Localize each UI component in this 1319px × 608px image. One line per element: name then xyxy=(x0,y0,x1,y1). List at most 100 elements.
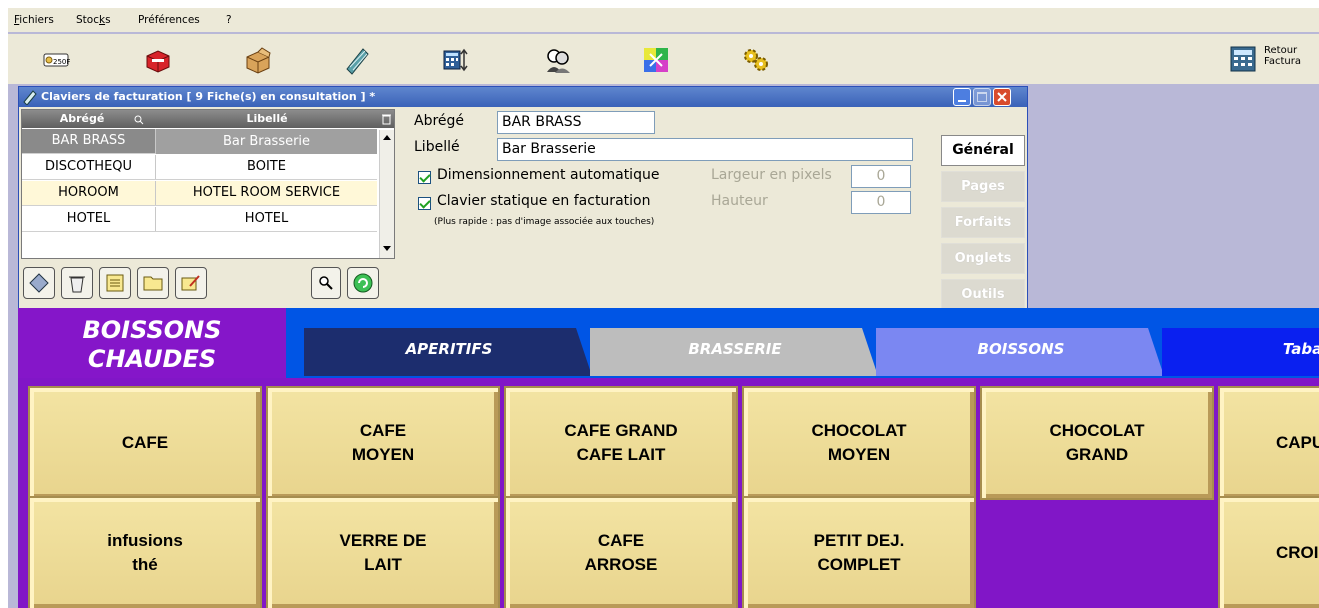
delete-button[interactable] xyxy=(61,267,93,299)
colored-grid-button[interactable] xyxy=(636,42,676,78)
key-infusions[interactable]: infusions thé xyxy=(28,496,262,608)
largeur-input[interactable]: 0 xyxy=(851,165,911,188)
keyboard-pencil-button[interactable] xyxy=(336,42,376,78)
cell-abrege: BAR BRASS xyxy=(51,133,126,148)
minimize-button[interactable] xyxy=(953,88,971,106)
cell-abrege: HOTEL xyxy=(66,211,111,226)
users-icon xyxy=(547,49,570,73)
menu-stocks[interactable]: Stocks xyxy=(76,14,111,26)
dimension-label: Dimensionnement automatique xyxy=(437,167,660,183)
red-box-button[interactable] xyxy=(138,42,178,78)
search-icon xyxy=(134,115,144,125)
menu-fichiers[interactable]: Fichiers xyxy=(14,14,54,26)
grid-row[interactable]: HOROOM HOTEL ROOM SERVICE xyxy=(22,181,377,206)
grid-scrollbar[interactable] xyxy=(379,130,394,258)
key-cafe[interactable]: CAFE xyxy=(28,386,262,500)
key-croissant[interactable]: CROISSANT xyxy=(1218,496,1319,608)
cell-libelle: Bar Brasserie xyxy=(156,129,377,154)
tab-tabac[interactable]: Tabac xyxy=(1162,328,1319,376)
tab-outils[interactable]: Outils xyxy=(941,279,1025,310)
grid-row[interactable]: DISCOTHEQU BOITE xyxy=(22,155,377,180)
euro-coin-button[interactable]: 250F xyxy=(36,42,76,78)
statique-note: (Plus rapide : pas d'image associée aux … xyxy=(434,217,655,227)
search-icon xyxy=(319,276,333,290)
key-chocolat-moyen[interactable]: CHOCOLAT MOYEN xyxy=(742,386,976,500)
folder-button[interactable] xyxy=(137,267,169,299)
grid-toolbar xyxy=(21,263,395,307)
tab-boissons[interactable]: BOISSONS xyxy=(876,328,1164,376)
cell-abrege: HOROOM xyxy=(58,185,119,200)
key-petit-dej[interactable]: PETIT DEJ. COMPLET xyxy=(742,496,976,608)
dialog-title: Claviers de facturation [ 9 Fiche(s) en … xyxy=(41,90,376,103)
open-box-icon xyxy=(246,47,271,74)
key-cafe-moyen[interactable]: CAFE MOYEN xyxy=(266,386,500,500)
column-header-libelle[interactable]: Libellé xyxy=(156,112,378,125)
hauteur-input[interactable]: 0 xyxy=(851,191,911,214)
edit-button[interactable] xyxy=(23,267,55,299)
edit-document-icon xyxy=(181,275,200,291)
tab-onglets[interactable]: Onglets xyxy=(941,243,1025,274)
keyboard-pencil-icon xyxy=(346,48,369,75)
toolbar: 250F Retour Factura xyxy=(8,34,1319,84)
close-button[interactable] xyxy=(993,88,1011,106)
statique-checkbox[interactable] xyxy=(418,197,431,210)
key-chocolat-grand[interactable]: CHOCOLAT GRAND xyxy=(980,386,1214,500)
tab-boissons-chaudes[interactable]: BOISSONS CHAUDES xyxy=(18,308,286,378)
tab-forfaits[interactable]: Forfaits xyxy=(941,207,1025,238)
claviers-grid: Abrégé Libellé BAR BRASS Bar Brasserie D… xyxy=(21,109,395,259)
grid-row[interactable]: BAR BRASS Bar Brasserie xyxy=(22,129,377,154)
maximize-button[interactable] xyxy=(973,88,991,106)
retour-facturation-button[interactable]: Retour Factura xyxy=(1226,40,1319,80)
maximize-icon xyxy=(977,92,987,102)
trash-icon xyxy=(69,276,85,293)
tab-aperitifs[interactable]: APERITIFS xyxy=(304,328,592,376)
billing-keyboard: BOISSONS CHAUDES APERITIFS BRASSERIE BOI… xyxy=(18,308,1319,608)
folder-icon xyxy=(143,276,163,291)
tab-pages[interactable]: Pages xyxy=(941,171,1025,202)
edit-document-button[interactable] xyxy=(175,267,207,299)
keyboard-tabbar: BOISSONS CHAUDES APERITIFS BRASSERIE BOI… xyxy=(18,308,1319,378)
svg-text:250F: 250F xyxy=(53,58,70,66)
new-record-button[interactable] xyxy=(99,267,131,299)
cell-libelle: BOITE xyxy=(247,159,286,174)
users-button[interactable] xyxy=(538,42,578,78)
key-cafe-arrose[interactable]: CAFE ARROSE xyxy=(504,496,738,608)
calculator-sort-icon xyxy=(443,48,468,72)
keyboard-keys: CAFE CAFE MOYEN CAFE GRAND CAFE LAIT CHO… xyxy=(18,378,1319,608)
refresh-button[interactable] xyxy=(347,267,379,299)
calculator-icon xyxy=(1230,46,1256,72)
libelle-input[interactable]: Bar Brasserie xyxy=(497,138,913,161)
menu-preferences[interactable]: Préférences xyxy=(138,14,200,26)
grid-row[interactable]: HOTEL HOTEL xyxy=(22,207,377,232)
active-tab-label: BOISSONS CHAUDES xyxy=(82,316,222,373)
dialog-titlebar[interactable]: Claviers de facturation [ 9 Fiche(s) en … xyxy=(19,87,1027,107)
retour-label: Retour Factura xyxy=(1264,45,1301,67)
trash-icon[interactable] xyxy=(382,113,391,125)
dimension-checkbox[interactable] xyxy=(418,171,431,184)
key-cafe-grand[interactable]: CAFE GRAND CAFE LAIT xyxy=(504,386,738,500)
abrege-label: Abrégé xyxy=(414,113,465,129)
column-header-abrege[interactable]: Abrégé xyxy=(22,112,142,125)
red-box-icon xyxy=(146,50,170,73)
tab-brasserie[interactable]: BRASSERIE xyxy=(590,328,878,376)
gears-button[interactable] xyxy=(736,42,776,78)
cell-libelle: HOTEL xyxy=(244,211,289,226)
scroll-up-icon[interactable] xyxy=(383,134,391,140)
open-box-button[interactable] xyxy=(238,42,278,78)
statique-label: Clavier statique en facturation xyxy=(437,193,651,209)
minimize-icon xyxy=(958,100,966,102)
new-document-icon xyxy=(106,274,124,292)
cell-libelle: HOTEL ROOM SERVICE xyxy=(192,185,341,200)
menu-help[interactable]: ? xyxy=(226,14,232,26)
calculator-sort-button[interactable] xyxy=(436,42,476,78)
largeur-label: Largeur en pixels xyxy=(711,167,832,183)
tab-general[interactable]: Général xyxy=(941,135,1025,166)
scroll-down-icon[interactable] xyxy=(383,246,391,252)
claviers-dialog: Claviers de facturation [ 9 Fiche(s) en … xyxy=(18,86,1028,312)
colored-grid-icon xyxy=(644,48,668,72)
gears-icon xyxy=(744,49,768,71)
abrege-input[interactable]: BAR BRASS xyxy=(497,111,655,134)
key-capuccino[interactable]: CAPUCCINO xyxy=(1218,386,1319,500)
key-verre-de-lait[interactable]: VERRE DE LAIT xyxy=(266,496,500,608)
search-button[interactable] xyxy=(311,267,341,299)
